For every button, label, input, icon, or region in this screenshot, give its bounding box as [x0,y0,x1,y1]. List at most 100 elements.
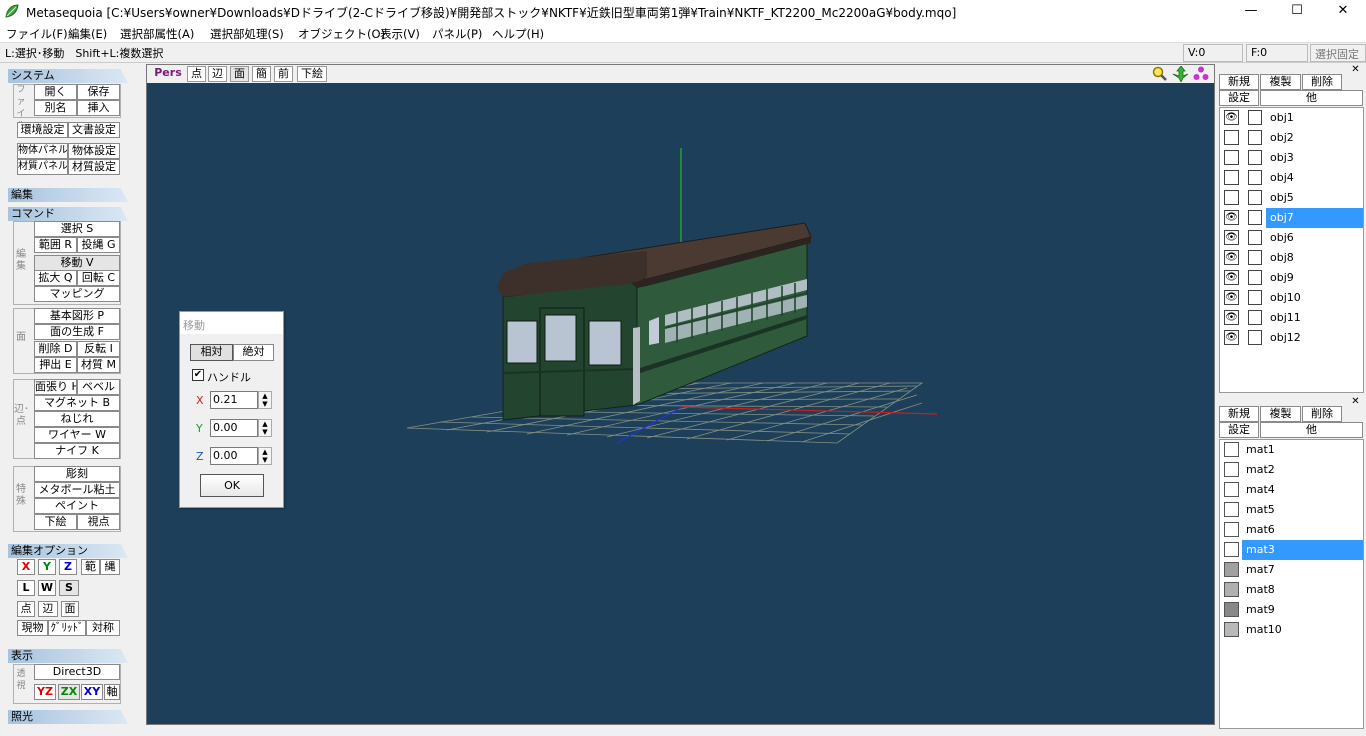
eye-icon[interactable]: 👁 [1224,270,1239,285]
material-duplicate-button[interactable]: 複製 [1260,406,1301,422]
minimize-button[interactable]: — [1228,0,1274,23]
object-duplicate-button[interactable]: 複製 [1260,74,1301,90]
edit-header[interactable]: 編集 [8,188,128,202]
display-front-toggle[interactable]: 前 [274,66,293,82]
grid-button[interactable]: ｸﾞﾘｯﾄﾞ [48,620,86,636]
3d-viewport[interactable]: Pers 点 辺 面 簡 前 下絵 [146,64,1215,725]
viewpoint-button[interactable]: 視点 [77,514,120,530]
object-row[interactable]: 👁 obj10 [1220,288,1363,308]
material-panel-close-icon[interactable]: ✕ [1348,396,1363,408]
lock-toggle[interactable] [1248,130,1262,145]
eye-icon[interactable]: 👁 [1224,330,1239,345]
lighting-header[interactable]: 照光 [8,710,128,724]
lock-toggle[interactable] [1248,210,1262,225]
scale-tool-button[interactable]: 拡大 Q [34,270,77,286]
material-row[interactable]: mat8 [1220,580,1363,600]
object-settings-button[interactable]: 物体設定 [68,143,120,159]
x-value-spinner[interactable]: ▲ ▼ [258,391,272,409]
material-panel-button[interactable]: 材質パネル [17,159,68,175]
current-object-button[interactable]: 現物 [17,620,48,636]
relative-mode-button[interactable]: 相対 [190,344,233,361]
lock-toggle[interactable] [1248,270,1262,285]
material-row[interactable]: mat4 [1220,480,1363,500]
axis-button[interactable]: 軸 [104,684,120,700]
save-as-button[interactable]: 別名 [34,100,77,116]
object-new-button[interactable]: 新規 [1219,74,1259,90]
close-button[interactable]: ✕ [1320,0,1366,23]
menu-selection-proc[interactable]: 選択部処理(S) [210,26,284,42]
absolute-mode-button[interactable]: 絶対 [233,344,274,361]
object-row[interactable]: 👁 obj12 [1220,328,1363,348]
display-edge-toggle[interactable]: 辺 [208,66,227,82]
lock-toggle[interactable] [1248,310,1262,325]
underlay-button[interactable]: 下絵 [34,514,77,530]
lock-toggle[interactable] [1248,170,1262,185]
lock-x-button[interactable]: X [17,559,35,575]
menu-edit[interactable]: 編集(E) [68,26,107,42]
lock-toggle[interactable] [1248,150,1262,165]
range-tool-button[interactable]: 範囲 R [34,237,77,253]
object-row[interactable]: obj2 [1220,128,1363,148]
view-mode-pers[interactable]: Pers [151,66,185,82]
eye-hidden-icon[interactable] [1224,130,1239,145]
object-row[interactable]: 👁 obj9 [1220,268,1363,288]
lasso-tool-button[interactable]: 投縄 G [77,237,120,253]
bevel-button[interactable]: ベベル [77,379,120,395]
face-option-button[interactable]: 面 [61,601,79,617]
lock-toggle[interactable] [1248,230,1262,245]
object-row[interactable]: 👁 obj1 [1220,108,1363,128]
display-vertex-toggle[interactable]: 点 [187,66,206,82]
local-button[interactable]: L [17,580,35,596]
env-settings-button[interactable]: 環境設定 [17,122,68,138]
material-button[interactable]: 材質 M [77,357,120,373]
eye-icon[interactable]: 👁 [1224,110,1239,125]
object-row[interactable]: obj5 [1220,188,1363,208]
object-panel-close-icon[interactable]: ✕ [1348,64,1363,76]
z-value-spinner[interactable]: ▲ ▼ [258,447,272,465]
knife-button[interactable]: ナイフ K [34,443,120,459]
extrude-button[interactable]: 押出 E [34,357,77,373]
handle-checkbox[interactable]: ✔ [192,369,204,381]
material-other-button[interactable]: 他 [1260,422,1363,438]
lock-y-button[interactable]: Y [38,559,56,575]
y-value-spinner[interactable]: ▲ ▼ [258,419,272,437]
face-stretch-button[interactable]: 面張り H [34,379,77,395]
primitive-button[interactable]: 基本図形 P [34,308,120,324]
menu-panel[interactable]: パネル(P) [432,26,482,42]
eye-hidden-icon[interactable] [1224,190,1239,205]
select-tool-button[interactable]: 選択 S [34,221,120,237]
material-row[interactable]: mat3 [1220,540,1363,560]
vertex-option-button[interactable]: 点 [17,601,35,617]
move-tool-button[interactable]: 移動 V [34,255,120,271]
z-value-input[interactable]: 0.00 [210,447,258,465]
menu-file[interactable]: ファイル(F) [6,26,68,42]
object-row[interactable]: 👁 obj6 [1220,228,1363,248]
material-settings-button[interactable]: 材質設定 [68,159,120,175]
eye-icon[interactable]: 👁 [1224,230,1239,245]
rotate-view-icon[interactable] [1193,66,1209,82]
x-value-input[interactable]: 0.21 [210,391,258,409]
eye-icon[interactable]: 👁 [1224,290,1239,305]
display-underlay-toggle[interactable]: 下絵 [297,66,327,82]
object-panel-button[interactable]: 物体パネル [17,143,68,159]
system-header[interactable]: システム [8,69,128,83]
menu-selection-attr[interactable]: 選択部属性(A) [120,26,194,42]
edit-options-header[interactable]: 編集オプション [8,544,128,558]
twist-button[interactable]: ねじれ [34,411,120,427]
material-row[interactable]: mat7 [1220,560,1363,580]
eye-icon[interactable]: 👁 [1224,310,1239,325]
eye-icon[interactable]: 👁 [1224,250,1239,265]
view-yz-button[interactable]: YZ [34,684,56,700]
eye-hidden-icon[interactable] [1224,150,1239,165]
world-button[interactable]: W [38,580,56,596]
lock-toggle[interactable] [1248,110,1262,125]
flip-button[interactable]: 反転 I [77,341,120,357]
maximize-button[interactable]: ☐ [1274,0,1320,23]
command-header[interactable]: コマンド [8,207,128,221]
range-option-button[interactable]: 範 [81,559,100,575]
eye-hidden-icon[interactable] [1224,170,1239,185]
zoom-icon[interactable] [1152,66,1168,82]
object-row[interactable]: 👁 obj7 [1220,208,1363,228]
menu-help[interactable]: ヘルプ(H) [492,26,544,42]
ok-button[interactable]: OK [200,474,264,497]
